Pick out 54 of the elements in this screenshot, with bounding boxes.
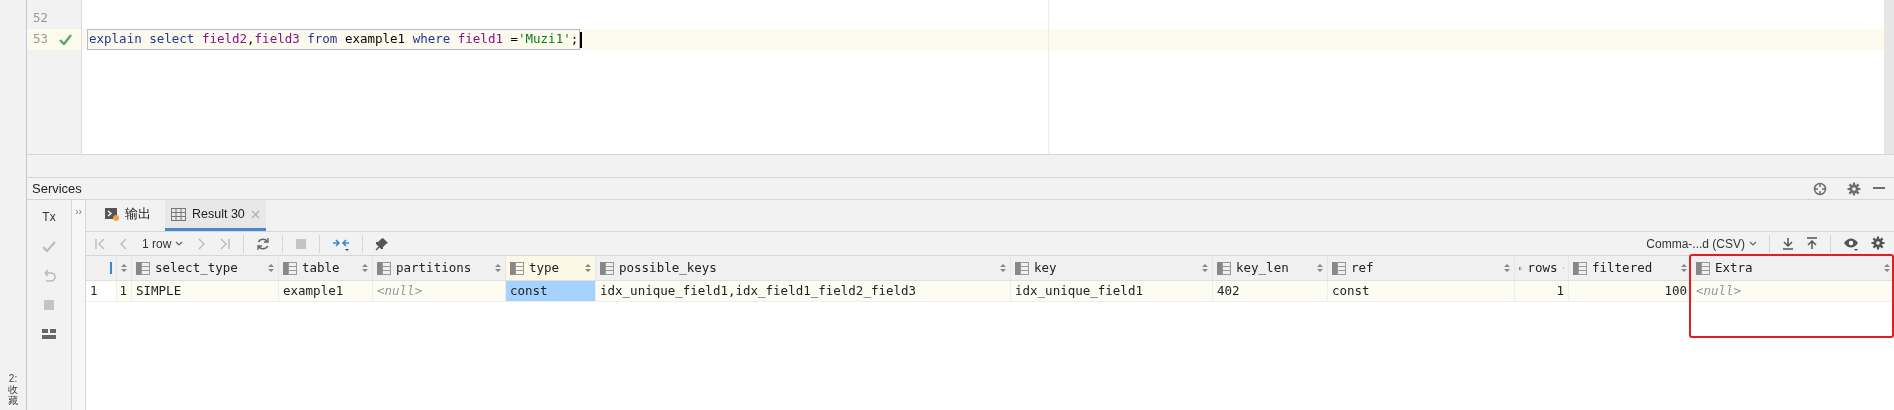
console-icon — [104, 207, 119, 221]
table-cell[interactable]: 1 — [117, 281, 132, 301]
column-header[interactable]: partitions — [396, 258, 472, 278]
settings-icon[interactable] — [1871, 236, 1886, 251]
column-header[interactable]: table — [302, 258, 340, 278]
table-cell[interactable]: const — [506, 281, 596, 301]
eye-icon[interactable] — [1843, 236, 1859, 251]
column-header[interactable]: ref — [1351, 258, 1374, 278]
line-number: 52 — [33, 9, 50, 28]
table-cell[interactable]: SIMPLE — [132, 281, 279, 301]
line-number: 53 — [33, 30, 50, 49]
table-cell[interactable]: const — [1328, 281, 1515, 301]
table-cell[interactable]: idx_unique_field1,idx_field1_field2_field3 — [596, 281, 1011, 301]
locate-icon[interactable] — [1813, 181, 1827, 196]
table-cell[interactable]: example1 — [279, 281, 373, 301]
tab[interactable]: Result 30 — [165, 200, 266, 231]
table-cell[interactable]: 402 — [1213, 281, 1328, 301]
table-cell[interactable]: 100 — [1569, 281, 1692, 301]
rows-dropdown[interactable]: 1 row — [142, 234, 184, 253]
table-cell[interactable]: idx_unique_field1 — [1011, 281, 1213, 301]
column-header[interactable]: filtered — [1592, 258, 1653, 278]
chevron-down-icon — [1749, 240, 1757, 247]
settings-icon[interactable] — [1847, 181, 1861, 196]
transaction-button[interactable]: Tx — [42, 208, 56, 226]
column-header[interactable]: rows — [1527, 258, 1558, 278]
column-header[interactable]: select_type — [155, 258, 238, 278]
last-page-icon[interactable] — [219, 237, 232, 250]
format-dropdown[interactable]: Comma-...d (CSV) — [1646, 234, 1757, 253]
table-cell[interactable]: 1 — [1515, 281, 1569, 301]
expand-button[interactable]: ›› — [75, 204, 82, 219]
download-icon[interactable] — [1782, 237, 1794, 250]
column-header[interactable]: key_len — [1236, 258, 1289, 278]
close-icon[interactable] — [250, 209, 260, 219]
stop-icon[interactable] — [295, 237, 308, 250]
table-icon — [171, 207, 186, 221]
scrollbar[interactable] — [1884, 0, 1894, 154]
column-marker — [110, 262, 112, 274]
panel-title: Services — [32, 179, 82, 198]
tab[interactable]: 输出 — [98, 200, 157, 231]
side-tab[interactable]: 2: 收藏 — [8, 373, 18, 406]
layout-icon[interactable] — [41, 326, 57, 342]
stop-icon[interactable] — [41, 297, 57, 313]
text-cursor — [580, 31, 583, 48]
pin-icon[interactable] — [375, 236, 390, 251]
refresh-icon[interactable] — [256, 236, 271, 251]
first-page-icon[interactable] — [94, 237, 106, 250]
commit-icon[interactable] — [41, 239, 57, 255]
column-header[interactable]: Extra — [1715, 258, 1753, 278]
undo-icon[interactable] — [41, 268, 57, 284]
column-header[interactable]: possible_keys — [619, 258, 717, 278]
column-header[interactable]: key — [1034, 258, 1057, 278]
minimize-icon[interactable] — [1873, 187, 1885, 190]
chevron-down-icon — [175, 240, 184, 247]
upload-icon[interactable] — [1806, 237, 1818, 250]
